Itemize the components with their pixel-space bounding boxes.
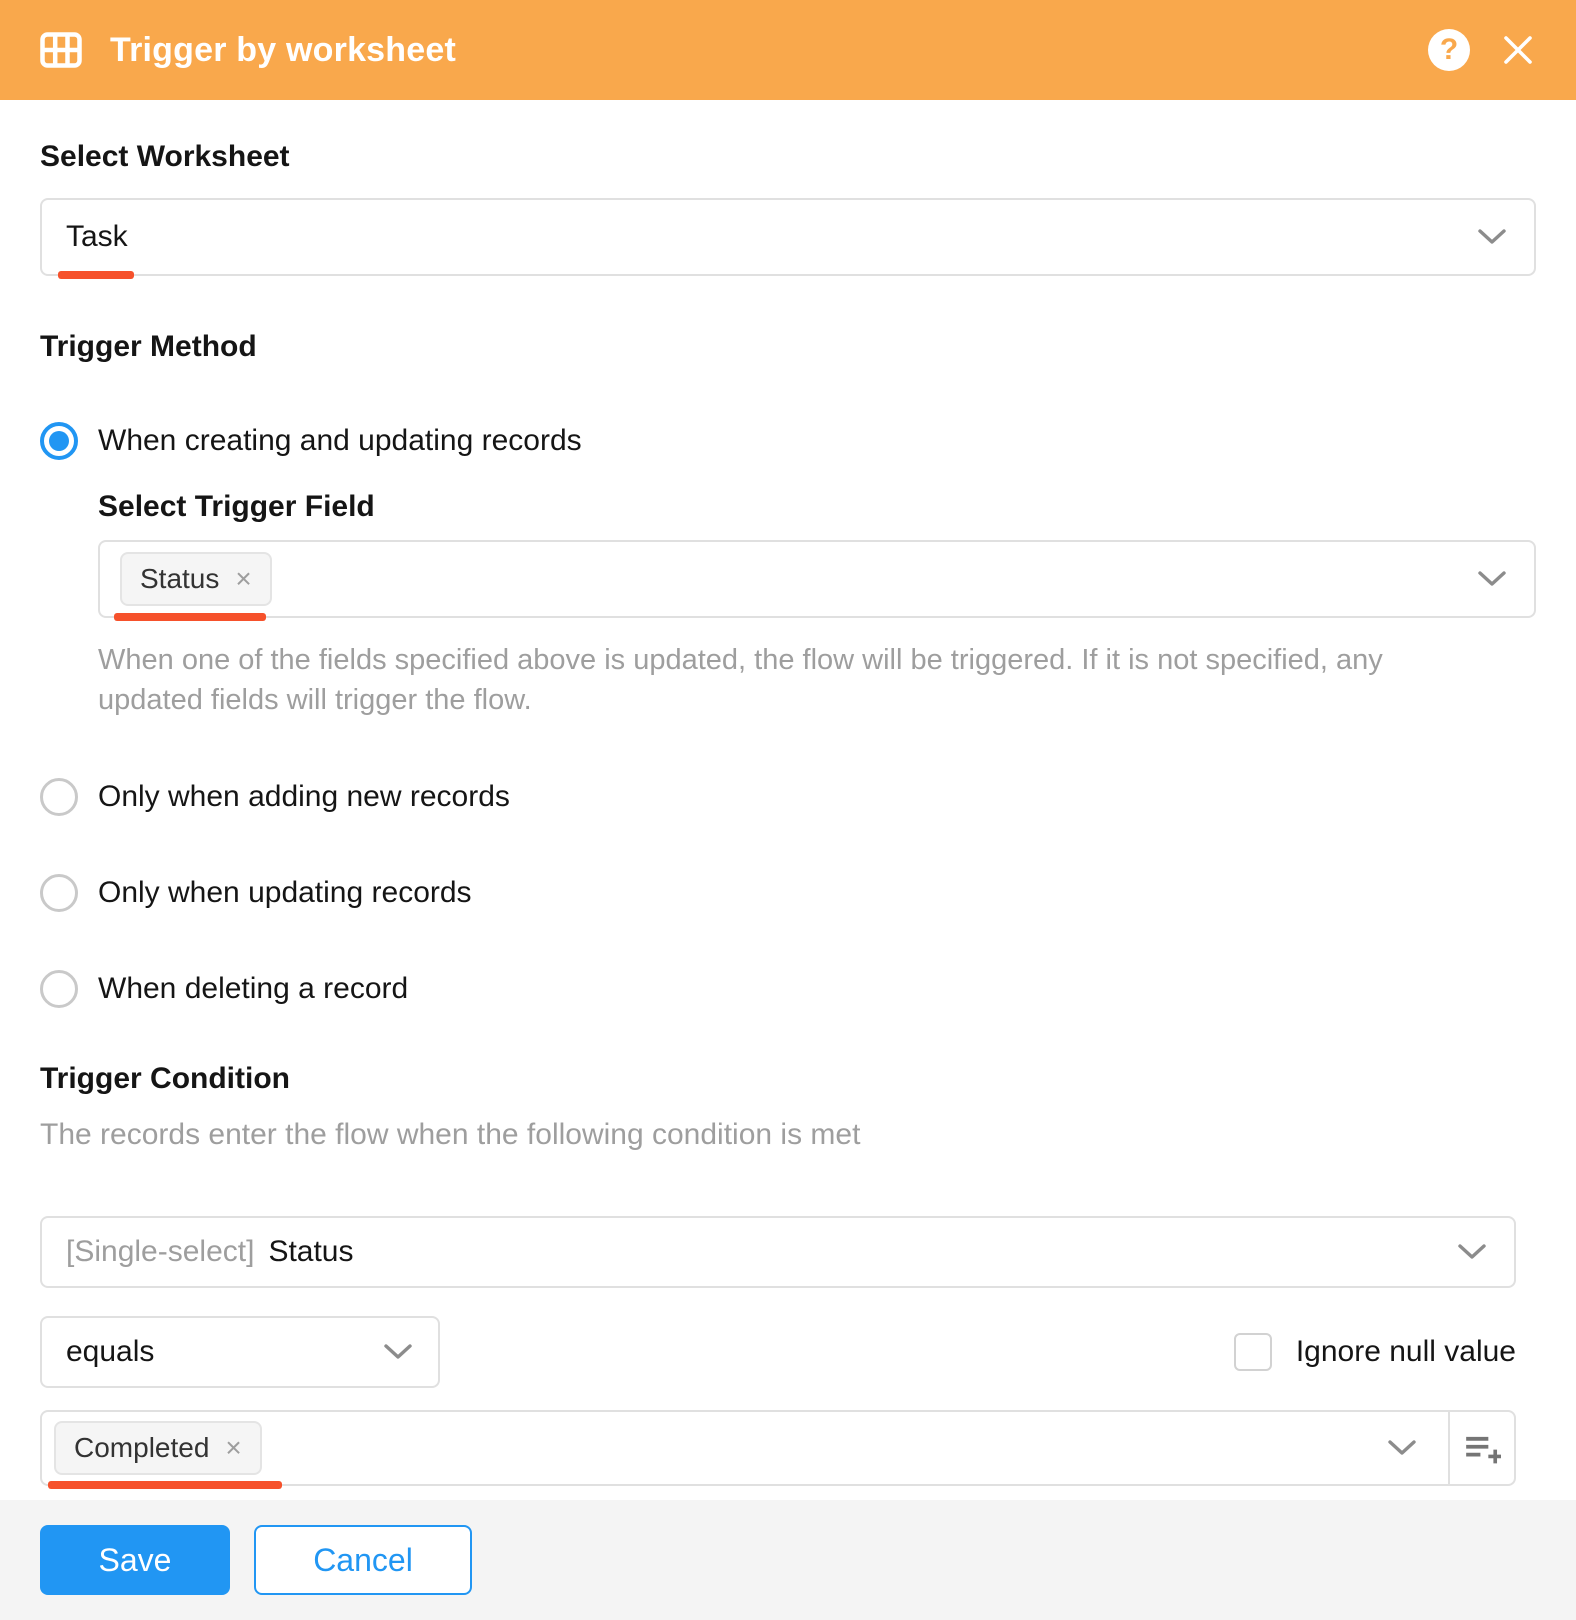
radio-option-label: When creating and updating records — [98, 424, 582, 458]
radio-option-label: Only when updating records — [98, 876, 472, 910]
dialog-footer: Save Cancel — [0, 1500, 1576, 1620]
worksheet-select-value: Task — [66, 220, 128, 254]
radio-option-update-only[interactable]: Only when updating records — [40, 874, 1536, 912]
select-trigger-field-label: Select Trigger Field — [98, 490, 1536, 524]
condition-value-accent-underline — [48, 1481, 282, 1489]
trigger-method-label: Trigger Method — [40, 330, 1536, 364]
cancel-button[interactable]: Cancel — [254, 1525, 472, 1595]
remove-tag-icon[interactable]: × — [235, 565, 251, 593]
trigger-field-helper-text: When one of the fields specified above i… — [98, 640, 1448, 720]
dialog-title: Trigger by worksheet — [110, 31, 456, 70]
condition-value-select[interactable]: Completed × — [42, 1412, 1448, 1484]
radio-option-delete[interactable]: When deleting a record — [40, 970, 1536, 1008]
help-circle-icon[interactable]: ? — [1428, 29, 1470, 71]
trigger-condition-label: Trigger Condition — [40, 1062, 1536, 1096]
condition-field-name: Status — [268, 1235, 353, 1269]
radio-option-label: When deleting a record — [98, 972, 408, 1006]
radio-option-create-update[interactable]: When creating and updating records — [40, 422, 1536, 460]
trigger-condition-description: The records enter the flow when the foll… — [40, 1118, 1536, 1152]
close-icon[interactable] — [1500, 32, 1536, 68]
field-type-prefix: [Single-select] — [66, 1235, 254, 1269]
radio-unselected-icon[interactable] — [40, 874, 78, 912]
condition-field-select[interactable]: [Single-select] Status — [40, 1216, 1516, 1288]
condition-value-tag-label: Completed — [74, 1432, 209, 1464]
ignore-null-checkbox[interactable] — [1234, 1333, 1272, 1371]
worksheet-select[interactable]: Task — [40, 198, 1536, 276]
chevron-down-icon — [1386, 1438, 1418, 1458]
trigger-field-tag-label: Status — [140, 563, 219, 595]
ignore-null-group: Ignore null value — [1234, 1333, 1516, 1371]
chevron-down-icon — [1476, 569, 1508, 589]
chevron-down-icon — [382, 1342, 414, 1362]
radio-unselected-icon[interactable] — [40, 970, 78, 1008]
operator-select[interactable]: equals — [40, 1316, 440, 1388]
chevron-down-icon — [1456, 1242, 1488, 1262]
select-worksheet-label: Select Worksheet — [40, 140, 1536, 174]
ignore-null-label: Ignore null value — [1296, 1335, 1516, 1369]
trigger-field-select[interactable]: Status × — [98, 540, 1536, 618]
operator-row: equals Ignore null value — [40, 1316, 1516, 1388]
save-button[interactable]: Save — [40, 1525, 230, 1595]
dialog-body: Select Worksheet Task Trigger Method Whe… — [0, 100, 1576, 1580]
radio-unselected-icon[interactable] — [40, 778, 78, 816]
radio-selected-icon[interactable] — [40, 422, 78, 460]
radio-option-label: Only when adding new records — [98, 780, 510, 814]
worksheet-table-icon — [40, 32, 82, 68]
trigger-field-accent-underline — [114, 613, 266, 621]
trigger-field-tag: Status × — [120, 552, 272, 606]
operator-value: equals — [66, 1335, 154, 1369]
worksheet-accent-underline — [58, 271, 134, 279]
radio-option-add-only[interactable]: Only when adding new records — [40, 778, 1536, 816]
remove-tag-icon[interactable]: × — [225, 1434, 241, 1462]
trigger-field-section: Select Trigger Field Status × When one o… — [98, 490, 1536, 720]
condition-value-tag: Completed × — [54, 1421, 262, 1475]
dialog-header: Trigger by worksheet ? — [0, 0, 1576, 100]
condition-value-wrap: Completed × — [40, 1410, 1516, 1486]
chevron-down-icon — [1476, 227, 1508, 247]
playlist-add-icon[interactable] — [1448, 1412, 1514, 1484]
